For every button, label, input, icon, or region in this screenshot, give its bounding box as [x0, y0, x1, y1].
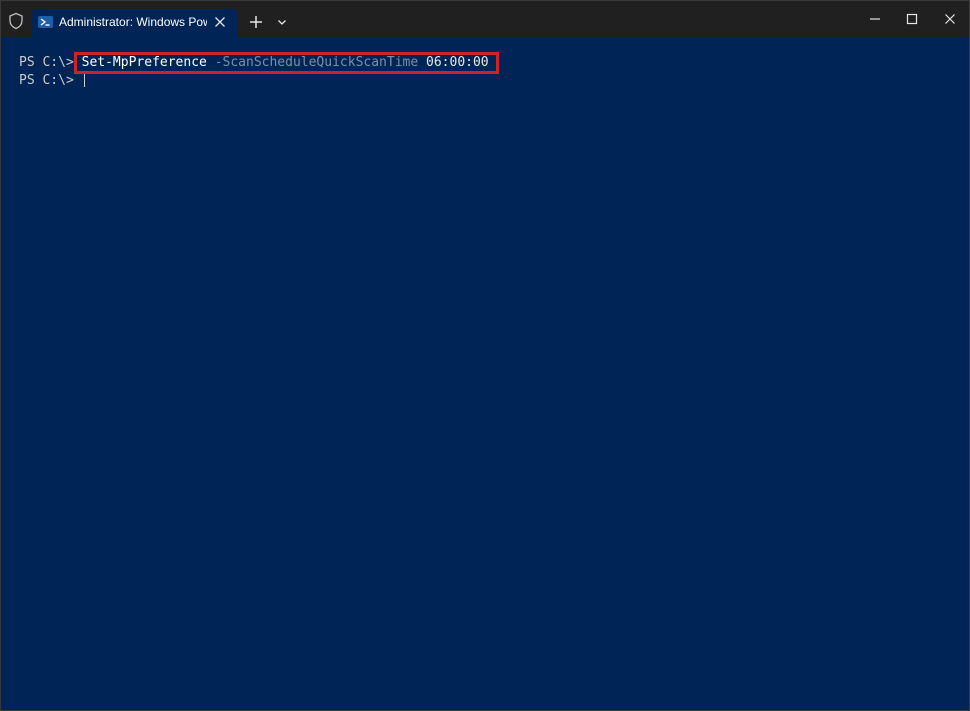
chevron-down-icon[interactable]	[275, 15, 289, 29]
minimize-icon[interactable]	[863, 8, 887, 30]
parameter-value: 06:00:00	[426, 55, 489, 70]
cmdlet-name: Set-MpPreference	[81, 55, 207, 70]
terminal-output[interactable]: PS C:\> Set-MpPreference -ScanScheduleQu…	[1, 37, 969, 710]
prompt: PS C:\>	[19, 73, 82, 88]
terminal-line: PS C:\> Set-MpPreference -ScanScheduleQu…	[19, 55, 489, 71]
title-bar: Administrator: Windows Powe	[1, 1, 969, 37]
plus-icon[interactable]	[247, 13, 265, 31]
tab-title: Administrator: Windows Powe	[59, 15, 207, 29]
command-parameter: -ScanScheduleQuickScanTime	[214, 55, 419, 70]
text-cursor	[83, 72, 85, 87]
terminal-window: Administrator: Windows Powe PS C:\> Set-…	[0, 0, 970, 711]
close-icon[interactable]	[212, 14, 228, 30]
terminal-line: PS C:\>	[19, 72, 85, 89]
shield-icon	[9, 12, 23, 30]
maximize-icon[interactable]	[900, 8, 924, 30]
tab-powershell[interactable]: Administrator: Windows Powe	[31, 9, 238, 37]
powershell-icon	[38, 16, 53, 28]
close-icon[interactable]	[938, 8, 962, 30]
prompt: PS C:\>	[19, 55, 82, 70]
